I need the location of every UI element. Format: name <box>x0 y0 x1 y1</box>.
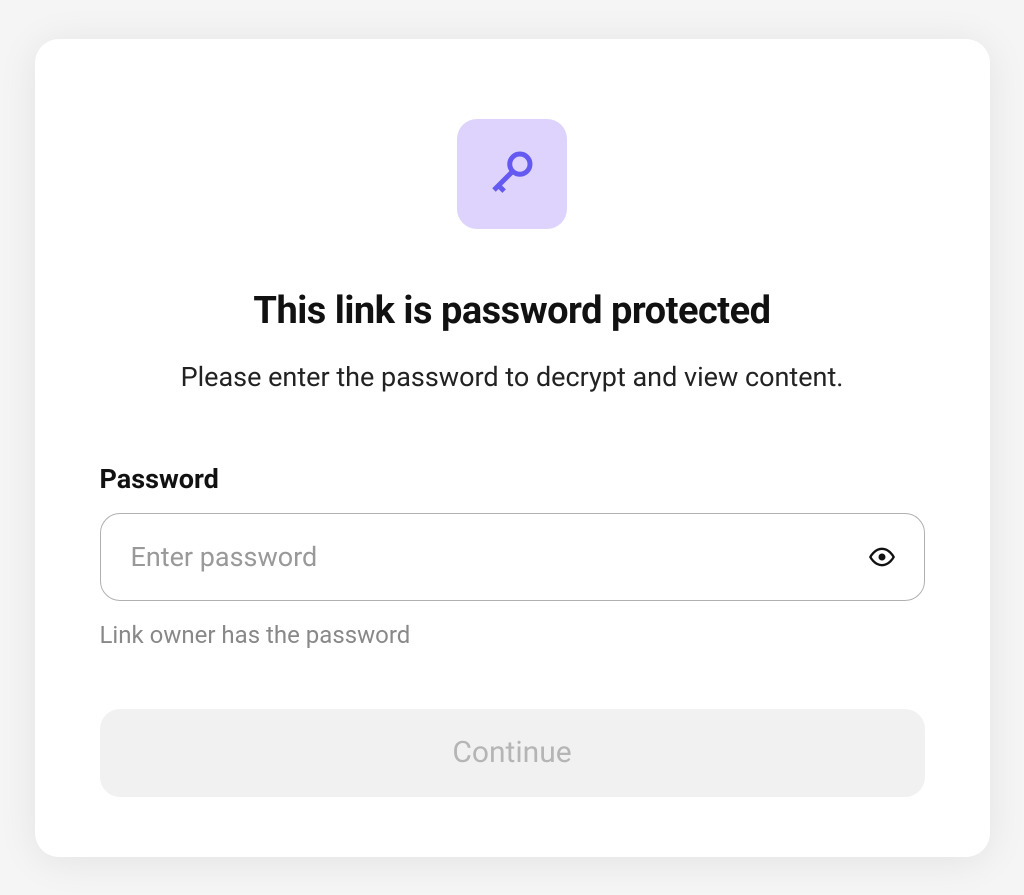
page-subtitle: Please enter the password to decrypt and… <box>181 361 844 393</box>
toggle-password-visibility-icon[interactable] <box>867 542 897 572</box>
page-title: This link is password protected <box>253 289 770 333</box>
key-icon-box <box>457 119 567 229</box>
password-input[interactable] <box>100 513 925 601</box>
password-hint: Link owner has the password <box>100 621 411 649</box>
key-icon <box>485 145 539 203</box>
password-form-group: Password Link owner has the password Con… <box>100 463 925 797</box>
password-input-wrapper <box>100 513 925 601</box>
password-label: Password <box>100 463 219 495</box>
continue-button[interactable]: Continue <box>100 709 925 797</box>
password-card: This link is password protected Please e… <box>35 39 990 857</box>
